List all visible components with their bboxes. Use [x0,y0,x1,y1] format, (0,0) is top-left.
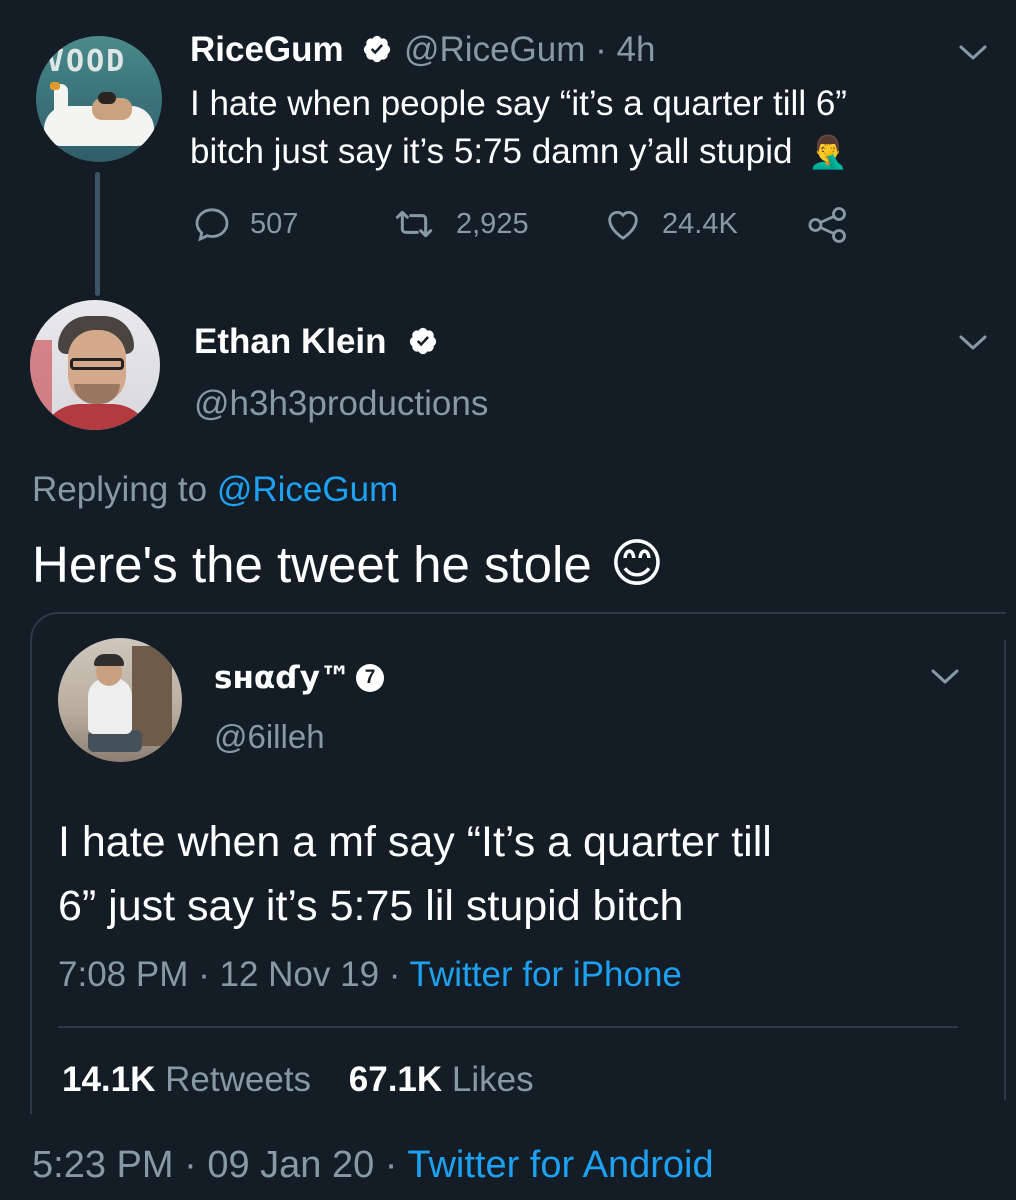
ethan-klein-name[interactable]: Ethan Klein [194,322,387,362]
quoted-tweet-time: 7:08 PM [58,955,189,994]
quoted-tweet-line2: 6” just say it’s 5:75 lil stupid bitch [58,882,684,930]
quoted-name[interactable]: ѕнαɗу™ [214,660,351,696]
quoted-tweet-meta: 7:08 PM · 12 Nov 19 · Twitter for iPhone [58,955,682,994]
replying-to-mention[interactable]: @RiceGum [217,470,398,509]
quoted-likes-count: 67.1K [348,1060,443,1099]
ethan-klein-avatar[interactable] [30,300,160,430]
avatar-beard [74,384,120,404]
quoted-tweet-source[interactable]: Twitter for iPhone [410,955,682,994]
shady-avatar[interactable] [58,638,182,762]
verified-badge-icon [363,35,391,63]
quoted-tweet-date: 12 Nov 19 [219,955,380,994]
avatar-cap [94,654,124,666]
ricegum-tweet-line1: I hate when people say “it’s a quarter t… [190,84,847,123]
reply-count: 507 [250,207,299,240]
replying-to-line: Replying to @RiceGum [32,470,398,510]
chevron-down-icon[interactable] [930,668,960,686]
quoted-tweet-stats: 14.1K Retweets 67.1K Likes [62,1060,534,1100]
avatar-shirt [40,404,152,430]
heart-icon [608,210,638,240]
verified-badge-icon [409,327,437,355]
avatar-body [88,678,132,734]
ricegum-avatar[interactable]: VOOD [36,36,162,162]
like-action[interactable]: 24.4K [602,204,738,244]
quoted-tweet-text: I hate when a mf say “It’s a quarter til… [58,810,772,938]
retweet-icon [395,210,433,238]
avatar-hair [98,92,116,104]
ricegum-handle[interactable]: @RiceGum · 4h [404,30,655,70]
quoted-likes-label: Likes [451,1060,534,1099]
chevron-down-icon[interactable] [958,334,988,352]
ethan-klein-tweet-text: Here's the tweet he stole 😊 [32,534,664,594]
tweet-footer-meta: 5:23 PM · 09 Jan 20 · Twitter for Androi… [32,1144,714,1186]
ricegum-name[interactable]: RiceGum [190,30,344,70]
quoted-tweet-card-border [1004,640,1006,1100]
retweet-action[interactable]: 2,925 [390,204,529,244]
avatar-swan-beak [50,82,60,90]
quoted-handle[interactable]: @6illeh [214,718,325,756]
ricegum-time[interactable]: · 4h [595,30,655,69]
quoted-tweet-line1: I hate when a mf say “It’s a quarter til… [58,818,772,866]
avatar-glasses [70,358,124,370]
avatar-background [30,340,52,430]
like-count: 24.4K [662,207,738,240]
quoted-name-badge: 7 [356,664,384,692]
quoted-retweets-label: Retweets [165,1060,312,1099]
footer-source[interactable]: Twitter for Android [407,1144,713,1186]
quoted-retweets-count: 14.1K [62,1060,156,1099]
avatar-sign: VOOD [46,44,127,79]
thread-connector-line [95,172,100,296]
ricegum-handle-text[interactable]: @RiceGum [404,30,585,69]
replying-to-prefix: Replying to [32,470,217,509]
footer-date: 09 Jan 20 [207,1144,375,1186]
facepalm-emoji-icon: 🤦‍♂️ [808,133,849,170]
quoted-tweet-divider [58,1026,958,1028]
retweet-count: 2,925 [456,207,529,240]
chevron-down-icon[interactable] [958,44,988,62]
ricegum-tweet-text: I hate when people say “it’s a quarter t… [190,82,848,174]
share-icon[interactable] [806,206,850,244]
ricegum-tweet-line2: bitch just say it’s 5:75 damn y’all stup… [190,131,793,171]
ethan-klein-tweet-body: Here's the tweet he stole [32,535,592,593]
ethan-klein-handle[interactable]: @h3h3productions [194,384,488,424]
quoted-likes-stat[interactable]: 67.1K Likes [349,1060,534,1099]
quoted-retweets-stat[interactable]: 14.1K Retweets [62,1060,311,1099]
reply-icon [195,208,229,242]
reply-action[interactable]: 507 [192,204,298,244]
smiling-emoji-icon: 😊 [609,535,664,593]
footer-time: 5:23 PM [32,1144,174,1186]
